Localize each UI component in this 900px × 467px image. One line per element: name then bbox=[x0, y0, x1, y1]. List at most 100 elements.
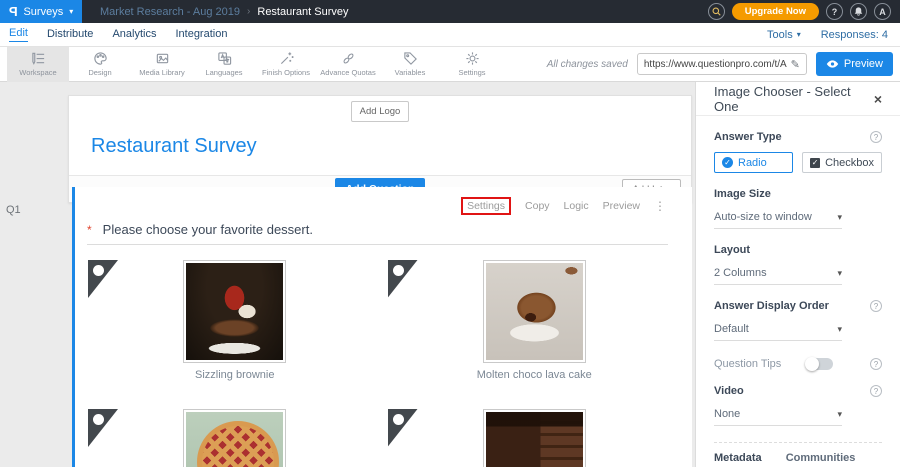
option-image-frame[interactable] bbox=[483, 260, 586, 363]
answer-display-order-select[interactable]: Default ▾ bbox=[714, 323, 842, 341]
breadcrumb-current-survey: Restaurant Survey bbox=[257, 6, 348, 18]
questionpro-survey-editor: P Surveys ▾ Market Research - Aug 2019 ›… bbox=[0, 0, 900, 467]
settings-panel-title: Image Chooser - Select One bbox=[714, 84, 874, 114]
settings-icon bbox=[465, 51, 480, 66]
question-tips-label: Question Tips bbox=[714, 358, 806, 370]
question-tips-toggle[interactable] bbox=[806, 358, 833, 370]
toolbar-item-design[interactable]: Design bbox=[69, 47, 131, 82]
lattice-pie-photo bbox=[186, 412, 283, 467]
help-icon[interactable]: ? bbox=[870, 131, 882, 143]
responses-link[interactable]: Responses: 4 bbox=[821, 29, 888, 41]
notifications-button[interactable] bbox=[850, 3, 867, 20]
design-icon bbox=[93, 51, 108, 66]
option-image-frame[interactable] bbox=[483, 409, 586, 467]
topbar: P Surveys ▾ Market Research - Aug 2019 ›… bbox=[0, 0, 900, 23]
layout-label: Layout bbox=[714, 244, 750, 256]
account-avatar-button[interactable]: A bbox=[874, 3, 891, 20]
image-option-cell[interactable]: Sizzling brownie bbox=[85, 260, 385, 382]
question-text[interactable]: Please choose your favorite dessert. bbox=[103, 222, 313, 237]
help-icon[interactable]: ? bbox=[870, 300, 882, 312]
preview-button[interactable]: Preview bbox=[816, 52, 893, 76]
edit-url-pencil-icon[interactable]: ✎ bbox=[791, 58, 800, 71]
add-logo-button[interactable]: Add Logo bbox=[351, 101, 410, 122]
option-caption[interactable]: Molten choco lava cake bbox=[477, 369, 592, 382]
radio-corner-flag-icon[interactable] bbox=[88, 260, 118, 298]
image-size-select[interactable]: Auto-size to window ▾ bbox=[714, 211, 842, 229]
help-icon[interactable]: ? bbox=[870, 385, 882, 397]
topbar-actions: Upgrade Now ? A bbox=[708, 3, 900, 20]
question-card: Settings Copy Logic Preview ⋮ * Please c… bbox=[72, 187, 692, 467]
toolbar-item-finish-options[interactable]: Finish Options bbox=[255, 47, 317, 82]
editor-toolbar: Workspace Design Media Library Languages… bbox=[0, 47, 900, 82]
video-label: Video bbox=[714, 385, 744, 397]
question-copy-action[interactable]: Copy bbox=[525, 200, 550, 212]
toolbar-item-languages[interactable]: Languages bbox=[193, 47, 255, 82]
tab-distribute[interactable]: Distribute bbox=[47, 28, 93, 42]
radio-corner-flag-icon[interactable] bbox=[88, 409, 118, 447]
option-caption[interactable]: Sizzling brownie bbox=[195, 369, 274, 382]
kebab-menu-icon[interactable]: ⋮ bbox=[654, 199, 666, 213]
bell-icon bbox=[853, 6, 864, 17]
tools-menu[interactable]: Tools▾ bbox=[767, 29, 801, 41]
close-icon[interactable]: × bbox=[874, 92, 882, 106]
chevron-down-icon: ▾ bbox=[837, 324, 842, 335]
question-action-bar: Settings Copy Logic Preview ⋮ bbox=[75, 187, 692, 215]
tab-integration[interactable]: Integration bbox=[175, 28, 227, 42]
workspace-icon bbox=[31, 51, 46, 66]
survey-title[interactable]: Restaurant Survey bbox=[69, 122, 691, 175]
option-image-frame[interactable] bbox=[183, 260, 286, 363]
tab-metadata[interactable]: Metadata bbox=[714, 452, 762, 467]
help-icon[interactable]: ? bbox=[870, 358, 882, 370]
tab-edit[interactable]: Edit bbox=[9, 27, 28, 42]
chevron-down-icon: ▾ bbox=[837, 268, 842, 279]
variables-icon bbox=[403, 51, 418, 66]
languages-icon bbox=[217, 51, 232, 66]
option-image-frame[interactable] bbox=[183, 409, 286, 467]
eye-icon bbox=[826, 59, 839, 69]
question-logic-action[interactable]: Logic bbox=[564, 200, 589, 212]
media-library-icon bbox=[155, 51, 170, 66]
toolbar-item-advance-quotas[interactable]: Advance Quotas bbox=[317, 47, 379, 82]
tab-analytics[interactable]: Analytics bbox=[112, 28, 156, 42]
survey-url-input[interactable] bbox=[644, 59, 787, 70]
video-value: None bbox=[714, 408, 740, 420]
image-option-cell[interactable] bbox=[85, 409, 385, 467]
tab-communities[interactable]: Communities bbox=[786, 452, 856, 467]
image-options-grid: Sizzling brownie Molten choco lava cake bbox=[85, 260, 684, 467]
finish-options-icon bbox=[279, 51, 294, 66]
layout-select[interactable]: 2 Columns ▾ bbox=[714, 267, 842, 285]
breadcrumb: Market Research - Aug 2019 › Restaurant … bbox=[100, 6, 348, 18]
toolbar-item-media-library[interactable]: Media Library bbox=[131, 47, 193, 82]
survey-url-box: ✎ bbox=[637, 53, 807, 75]
help-button[interactable]: ? bbox=[826, 3, 843, 20]
answer-type-label: Answer Type bbox=[714, 131, 782, 143]
question-settings-action[interactable]: Settings bbox=[461, 197, 511, 215]
toolbar-item-label: Workspace bbox=[19, 68, 56, 77]
question-preview-action[interactable]: Preview bbox=[603, 200, 640, 212]
answer-type-checkbox-button[interactable]: ✓ Checkbox bbox=[802, 152, 882, 173]
radio-corner-flag-icon[interactable] bbox=[388, 260, 418, 298]
radio-corner-flag-icon[interactable] bbox=[388, 409, 418, 447]
tools-label: Tools bbox=[767, 29, 793, 41]
search-button[interactable] bbox=[708, 3, 725, 20]
molten-choco-lava-cake-photo bbox=[486, 263, 583, 360]
toolbar-item-label: Settings bbox=[458, 68, 485, 77]
image-option-cell[interactable]: Molten choco lava cake bbox=[385, 260, 685, 382]
chevron-down-icon: ▾ bbox=[69, 7, 73, 16]
upgrade-now-button[interactable]: Upgrade Now bbox=[732, 3, 819, 20]
toolbar-right: All changes saved ✎ Preview bbox=[547, 52, 900, 76]
video-select[interactable]: None ▾ bbox=[714, 408, 842, 426]
answer-type-radio-button[interactable]: ✓ Radio bbox=[714, 152, 793, 173]
image-option-cell[interactable] bbox=[385, 409, 685, 467]
radio-dot bbox=[393, 265, 404, 276]
toolbar-item-settings[interactable]: Settings bbox=[441, 47, 503, 82]
toolbar-item-variables[interactable]: Variables bbox=[379, 47, 441, 82]
toolbar-item-label: Variables bbox=[395, 68, 426, 77]
question-text-row[interactable]: * Please choose your favorite dessert. bbox=[87, 222, 668, 245]
search-icon bbox=[711, 6, 722, 17]
chevron-down-icon: ▾ bbox=[837, 409, 842, 420]
question-tips-row: Question Tips ? bbox=[714, 358, 882, 370]
breadcrumb-folder-link[interactable]: Market Research - Aug 2019 bbox=[100, 6, 240, 18]
surveys-menu[interactable]: P Surveys ▾ bbox=[0, 0, 82, 23]
toolbar-item-workspace[interactable]: Workspace bbox=[7, 47, 69, 82]
